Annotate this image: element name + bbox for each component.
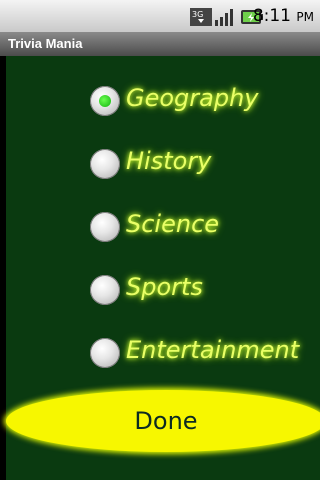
radio-selected-dot [99,95,111,107]
radio-button-icon [90,275,120,305]
done-button[interactable]: Done [6,390,320,452]
radio-entertainment[interactable]: Entertainment [90,334,320,374]
radio-label: History [126,147,212,175]
app-title-bar: Trivia Mania [0,32,320,56]
status-bar: 3G 8:11 PM [0,0,320,32]
app-title: Trivia Mania [8,36,83,51]
radio-button-icon [90,149,120,179]
radio-sports[interactable]: Sports [90,271,320,311]
radio-science[interactable]: Science [90,208,320,248]
status-time: 8:11 PM [253,6,314,26]
radio-label: Sports [126,273,203,301]
category-panel: Geography History Science Sports Enterta… [6,56,320,480]
radio-label: Geography [126,84,259,112]
radio-label: Entertainment [126,336,300,364]
signal-strength-icon [215,9,233,26]
radio-geography[interactable]: Geography [90,82,320,122]
radio-button-icon [90,86,120,116]
clock-suffix: PM [296,10,314,24]
radio-button-icon [90,338,120,368]
radio-history[interactable]: History [90,145,320,185]
radio-button-icon [90,212,120,242]
done-button-label: Done [134,407,198,435]
3g-data-icon: 3G [190,8,212,26]
network-label: 3G [192,10,203,19]
clock-time: 8:11 [252,6,291,26]
radio-label: Science [126,210,220,238]
